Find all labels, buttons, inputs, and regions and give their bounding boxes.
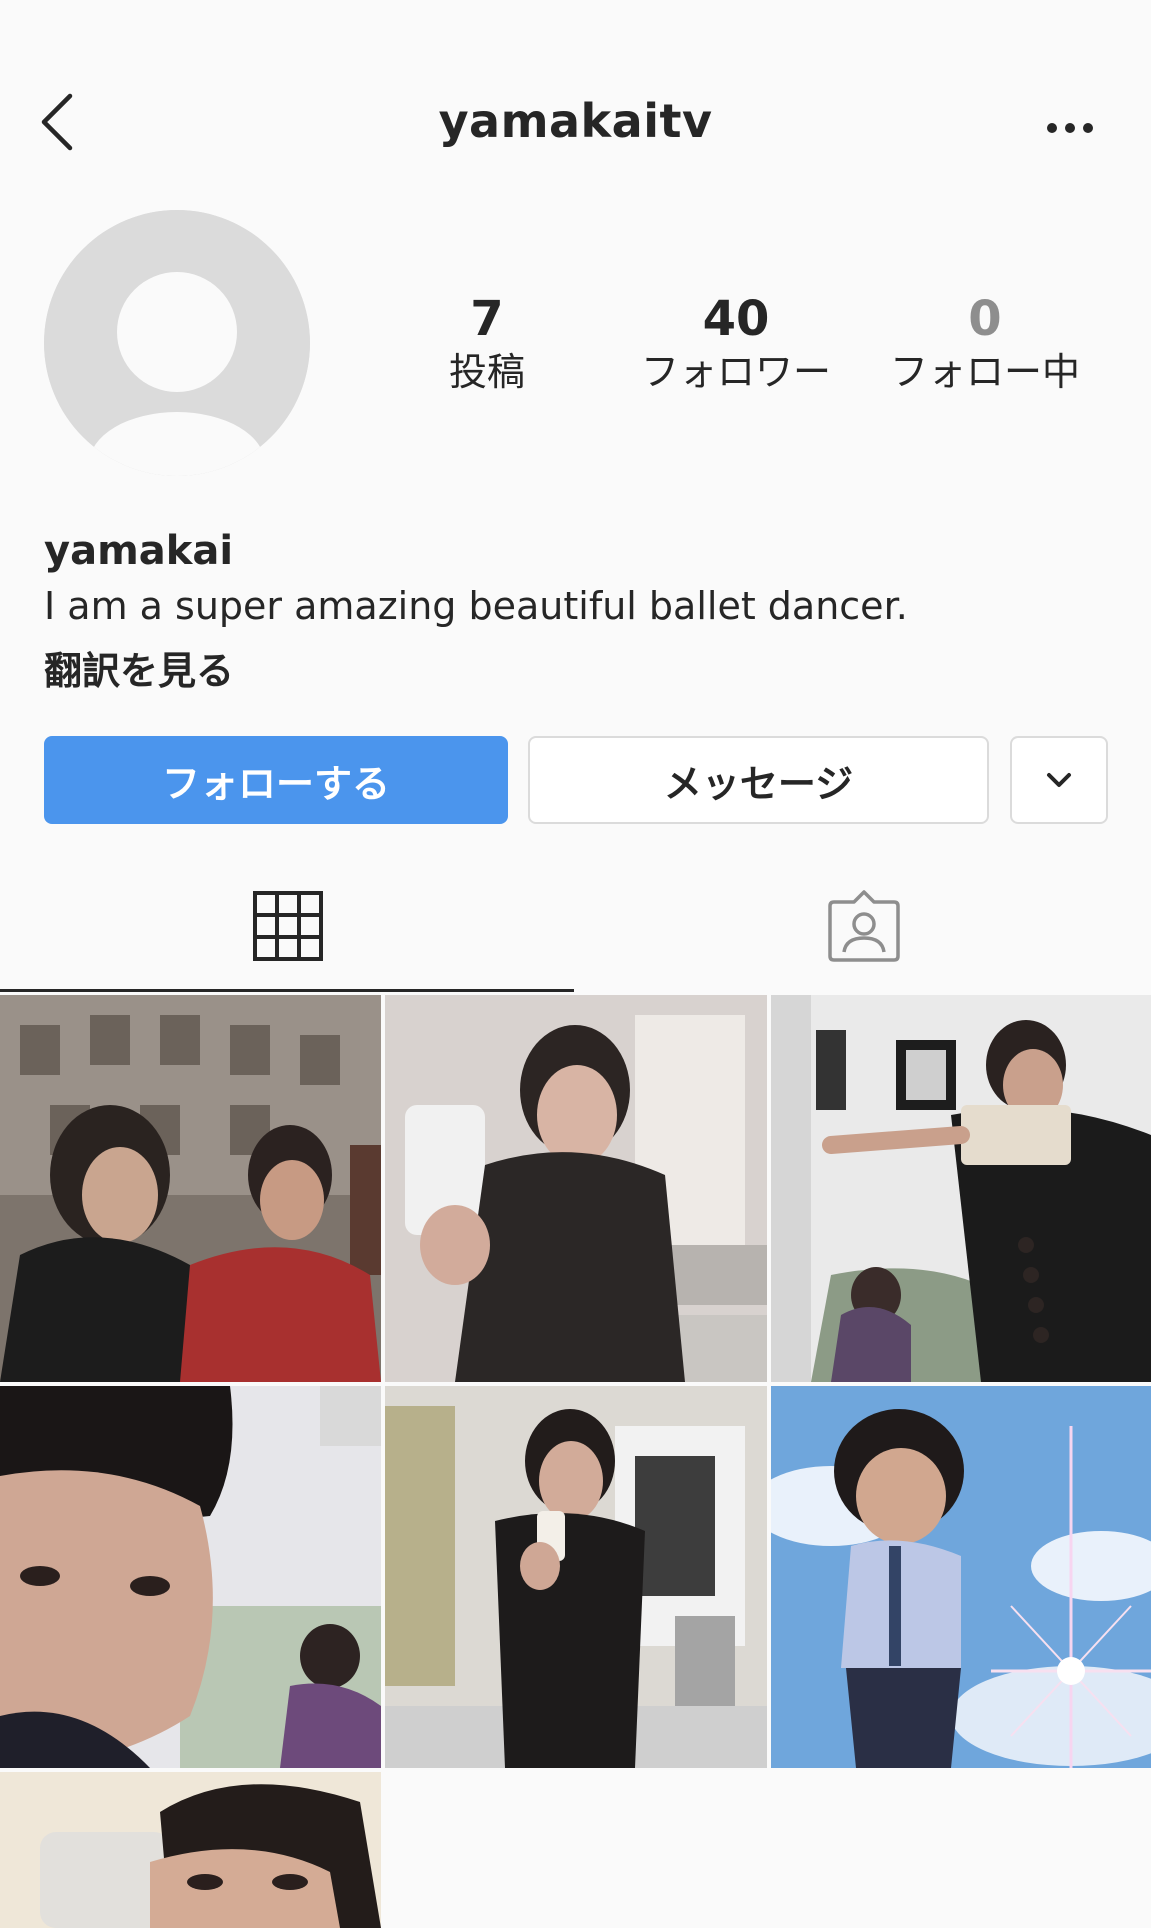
post-thumbnail[interactable]	[771, 995, 1151, 1382]
stat-followers-label: フォロワー	[640, 350, 831, 394]
stat-followers[interactable]: 40 フォロワー	[616, 292, 856, 398]
default-avatar-icon	[44, 210, 310, 476]
profile-header: yamakaitv	[0, 0, 1151, 170]
stat-following[interactable]: 0 フォロー中	[865, 292, 1105, 398]
post-thumbnail[interactable]	[385, 1386, 767, 1768]
stat-followers-count: 40	[702, 291, 770, 347]
profile-username-title: yamakaitv	[438, 94, 713, 148]
stat-posts[interactable]: 7 投稿	[367, 292, 607, 398]
message-button[interactable]: メッセージ	[528, 736, 989, 824]
profile-avatar[interactable]	[44, 210, 310, 476]
more-horizontal-icon	[1047, 123, 1093, 133]
chevron-down-icon	[1047, 773, 1071, 787]
posts-grid	[0, 995, 1151, 1928]
tab-posts-grid[interactable]	[0, 860, 575, 992]
stat-following-label: フォロー中	[889, 350, 1080, 394]
more-options-button[interactable]	[1040, 108, 1100, 148]
stat-following-count: 0	[968, 291, 1002, 347]
post-thumbnail[interactable]	[0, 1386, 381, 1768]
profile-display-name: yamakai	[44, 528, 234, 574]
stat-posts-label: 投稿	[448, 350, 525, 394]
post-thumbnail[interactable]	[385, 995, 767, 1382]
profile-bio: I am a super amazing beautiful ballet da…	[44, 584, 908, 628]
stat-posts-count: 7	[470, 291, 504, 347]
active-tab-indicator	[0, 989, 574, 992]
tab-tagged[interactable]	[576, 860, 1151, 992]
grid-icon	[252, 891, 323, 961]
post-thumbnail[interactable]	[771, 1386, 1151, 1768]
tagged-user-icon	[827, 890, 900, 962]
suggested-accounts-button[interactable]	[1010, 736, 1108, 824]
post-thumbnail[interactable]	[0, 1772, 381, 1928]
follow-button[interactable]: フォローする	[44, 736, 508, 824]
profile-tabs	[0, 860, 1151, 992]
post-thumbnail[interactable]	[0, 995, 381, 1382]
see-translation-link[interactable]: 翻訳を見る	[44, 640, 234, 695]
